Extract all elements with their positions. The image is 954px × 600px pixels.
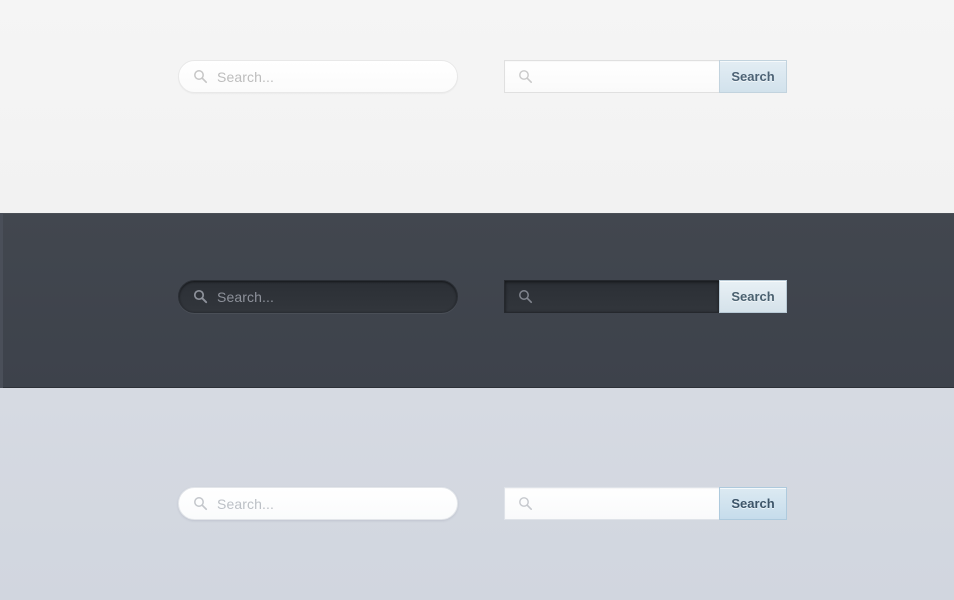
- search-pill-bluegray[interactable]: Search...: [178, 487, 458, 520]
- search-icon: [518, 69, 533, 84]
- search-box-group-dark: Search: [504, 280, 787, 313]
- search-button-bluegray[interactable]: Search: [719, 487, 787, 520]
- search-icon: [193, 289, 208, 304]
- search-box-group-light: Search: [504, 60, 787, 93]
- search-input-light[interactable]: [504, 60, 719, 93]
- search-icon: [193, 496, 208, 511]
- search-input-placeholder: Search...: [217, 68, 274, 85]
- light-theme-row: Search... Search: [0, 60, 954, 94]
- dark-theme-row: Search... Search: [0, 280, 954, 314]
- search-icon: [518, 496, 533, 511]
- search-input-dark[interactable]: [504, 280, 719, 313]
- light-theme-section: [0, 0, 954, 213]
- search-icon: [193, 69, 208, 84]
- search-input-placeholder: Search...: [217, 288, 274, 305]
- search-pill-dark[interactable]: Search...: [178, 280, 458, 313]
- search-button-light[interactable]: Search: [719, 60, 787, 93]
- search-icon: [518, 289, 533, 304]
- search-input-placeholder: Search...: [217, 495, 274, 512]
- screenshot-stage: Search... Search Search... Search Search…: [0, 0, 954, 600]
- bluegray-theme-row: Search... Search: [0, 487, 954, 521]
- search-button-dark[interactable]: Search: [719, 280, 787, 313]
- search-input-bluegray[interactable]: [504, 487, 719, 520]
- search-pill-light[interactable]: Search...: [178, 60, 458, 93]
- search-box-group-bluegray: Search: [504, 487, 787, 520]
